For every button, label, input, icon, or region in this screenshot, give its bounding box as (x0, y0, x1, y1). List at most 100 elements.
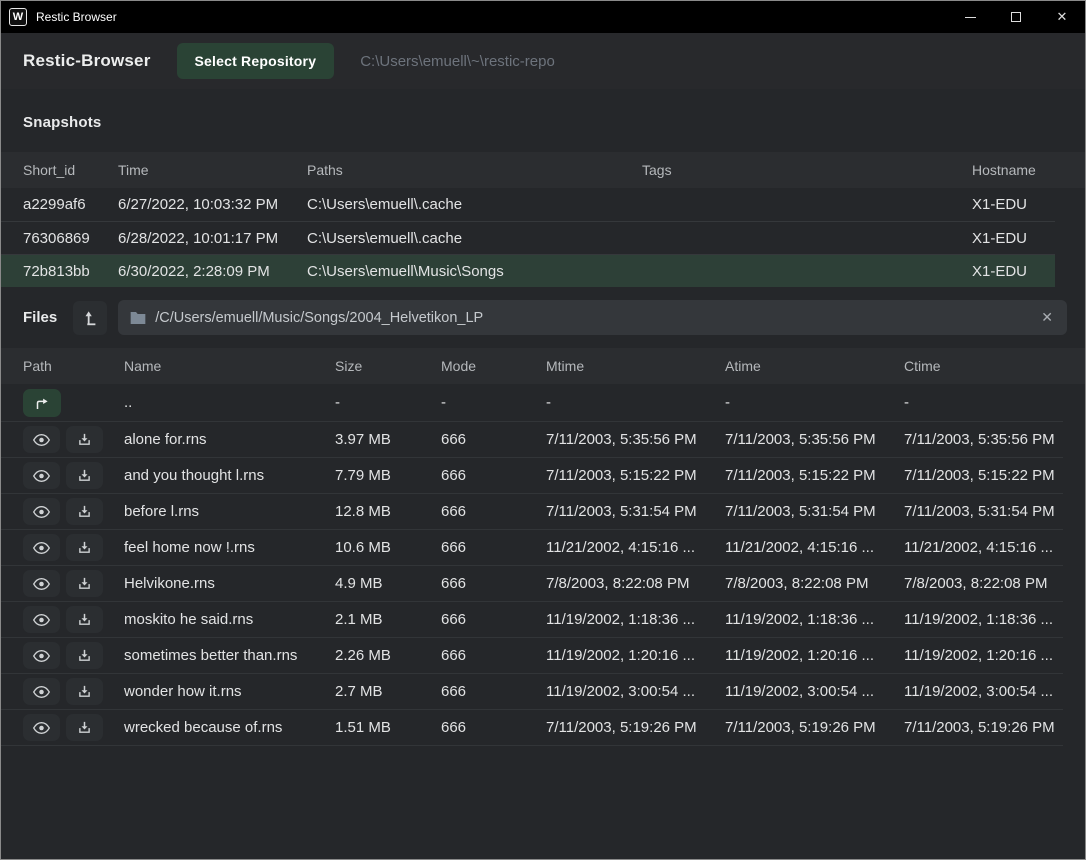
preview-file-button[interactable] (23, 498, 60, 525)
download-file-button[interactable] (66, 570, 103, 597)
preview-file-button[interactable] (23, 462, 60, 489)
file-mode: 666 (441, 683, 546, 700)
file-row[interactable]: alone for.rns 3.97 MB 666 7/11/2003, 5:3… (1, 422, 1063, 458)
file-row[interactable]: feel home now !.rns 10.6 MB 666 11/21/20… (1, 530, 1063, 566)
content-filler (1, 746, 1085, 859)
wails-logo-icon: W (9, 8, 27, 26)
col-short-id: Short_id (23, 162, 118, 178)
parent-dir-row[interactable]: .. - - - - - (1, 384, 1063, 422)
snapshot-row[interactable]: 76306869 6/28/2022, 10:01:17 PM C:\Users… (1, 221, 1055, 254)
files-heading: Files (23, 309, 57, 326)
file-mtime: 11/19/2002, 3:00:54 ... (546, 683, 725, 700)
files-bar: Files ✕ (23, 300, 1067, 335)
file-row[interactable]: sometimes better than.rns 2.26 MB 666 11… (1, 638, 1063, 674)
file-atime: 7/8/2003, 8:22:08 PM (725, 575, 904, 592)
window-title: Restic Browser (36, 10, 117, 24)
file-mtime: 7/8/2003, 8:22:08 PM (546, 575, 725, 592)
download-file-button[interactable] (66, 534, 103, 561)
download-file-button[interactable] (66, 426, 103, 453)
file-mode: 666 (441, 503, 546, 520)
download-file-button[interactable] (66, 642, 103, 669)
preview-file-button[interactable] (23, 606, 60, 633)
file-atime: 11/19/2002, 1:18:36 ... (725, 611, 904, 628)
repository-path: C:\Users\emuell\~\restic-repo (360, 53, 555, 70)
download-file-button[interactable] (66, 606, 103, 633)
preview-file-button[interactable] (23, 426, 60, 453)
preview-file-button[interactable] (23, 714, 60, 741)
file-name: wonder how it.rns (124, 683, 335, 700)
file-mode: 666 (441, 647, 546, 664)
download-file-button[interactable] (66, 498, 103, 525)
close-button[interactable]: ✕ (1039, 1, 1085, 33)
maximize-button[interactable] (993, 1, 1039, 33)
file-actions (23, 714, 124, 741)
preview-file-button[interactable] (23, 642, 60, 669)
file-ctime: 11/21/2002, 4:15:16 ... (904, 539, 1063, 556)
file-atime: 7/11/2003, 5:19:26 PM (725, 719, 904, 736)
snapshot-hostname: X1-EDU (972, 196, 1055, 213)
file-row[interactable]: before l.rns 12.8 MB 666 7/11/2003, 5:31… (1, 494, 1063, 530)
file-row[interactable]: and you thought l.rns 7.79 MB 666 7/11/2… (1, 458, 1063, 494)
clear-path-button[interactable]: ✕ (1039, 309, 1055, 326)
folder-icon (130, 311, 146, 325)
current-path-input[interactable] (155, 310, 1030, 326)
download-file-button[interactable] (66, 462, 103, 489)
file-row[interactable]: moskito he said.rns 2.1 MB 666 11/19/200… (1, 602, 1063, 638)
download-icon (77, 684, 92, 699)
go-to-root-icon (81, 309, 99, 327)
top-nav: Restic-Browser Select Repository C:\User… (1, 33, 1085, 89)
download-icon (77, 432, 92, 447)
file-actions (23, 462, 124, 489)
parent-dir-mtime: - (546, 394, 725, 411)
select-repository-button[interactable]: Select Repository (177, 43, 335, 79)
preview-file-button[interactable] (23, 534, 60, 561)
file-row[interactable]: wrecked because of.rns 1.51 MB 666 7/11/… (1, 710, 1063, 746)
file-actions (23, 642, 124, 669)
download-file-button[interactable] (66, 714, 103, 741)
file-size: 2.7 MB (335, 683, 441, 700)
file-size: 2.1 MB (335, 611, 441, 628)
download-file-button[interactable] (66, 678, 103, 705)
snapshot-time: 6/28/2022, 10:01:17 PM (118, 230, 307, 247)
files-table-body: alone for.rns 3.97 MB 666 7/11/2003, 5:3… (1, 422, 1085, 746)
path-input-container: ✕ (118, 300, 1067, 335)
file-actions (23, 426, 124, 453)
file-mtime: 7/11/2003, 5:19:26 PM (546, 719, 725, 736)
snapshots-table-body: a2299af6 6/27/2022, 10:03:32 PM C:\Users… (1, 188, 1085, 287)
file-mtime: 11/19/2002, 1:18:36 ... (546, 611, 725, 628)
download-icon (77, 576, 92, 591)
file-ctime: 11/19/2002, 3:00:54 ... (904, 683, 1063, 700)
minimize-button[interactable] (947, 1, 993, 33)
eye-icon (33, 505, 50, 519)
file-name: sometimes better than.rns (124, 647, 335, 664)
file-actions (23, 534, 124, 561)
clear-icon: ✕ (1041, 309, 1053, 325)
file-name: before l.rns (124, 503, 335, 520)
file-actions (23, 678, 124, 705)
file-name: wrecked because of.rns (124, 719, 335, 736)
file-row[interactable]: wonder how it.rns 2.7 MB 666 11/19/2002,… (1, 674, 1063, 710)
file-atime: 11/19/2002, 3:00:54 ... (725, 683, 904, 700)
snapshot-row[interactable]: 72b813bb 6/30/2022, 2:28:09 PM C:\Users\… (1, 254, 1055, 287)
preview-file-button[interactable] (23, 570, 60, 597)
go-to-parent-button[interactable] (23, 389, 61, 417)
snapshot-row[interactable]: a2299af6 6/27/2022, 10:03:32 PM C:\Users… (1, 188, 1055, 221)
download-icon (77, 540, 92, 555)
file-mode: 666 (441, 719, 546, 736)
eye-icon (33, 469, 50, 483)
file-size: 10.6 MB (335, 539, 441, 556)
file-size: 3.97 MB (335, 431, 441, 448)
file-ctime: 7/11/2003, 5:19:26 PM (904, 719, 1063, 736)
file-row[interactable]: Helvikone.rns 4.9 MB 666 7/8/2003, 8:22:… (1, 566, 1063, 602)
file-actions (23, 498, 124, 525)
preview-file-button[interactable] (23, 678, 60, 705)
snapshot-time: 6/30/2022, 2:28:09 PM (118, 263, 307, 280)
snapshot-short-id: a2299af6 (23, 196, 118, 213)
snapshot-short-id: 72b813bb (23, 263, 118, 280)
file-name: moskito he said.rns (124, 611, 335, 628)
file-mode: 666 (441, 431, 546, 448)
file-ctime: 11/19/2002, 1:18:36 ... (904, 611, 1063, 628)
window-controls: ✕ (947, 1, 1085, 33)
file-actions (23, 570, 124, 597)
go-to-root-button[interactable] (73, 301, 107, 335)
